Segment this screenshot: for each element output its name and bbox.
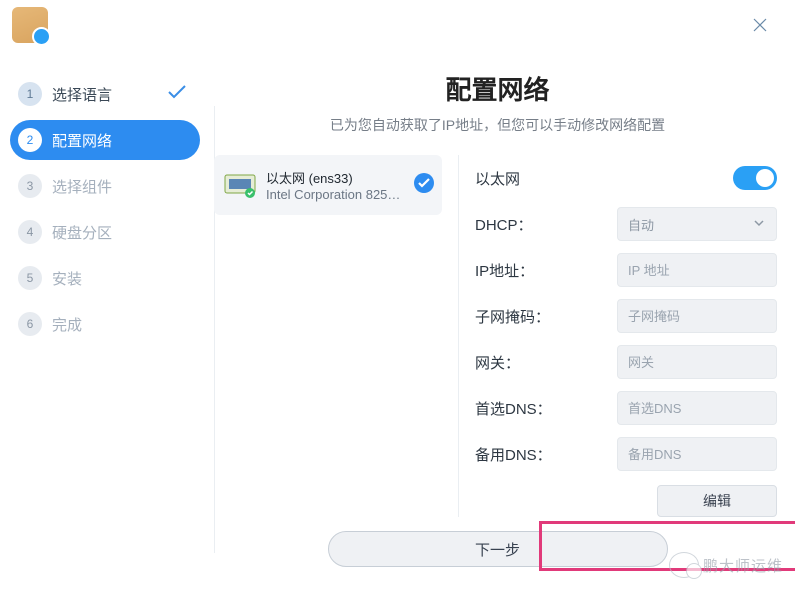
step-label: 配置网络: [52, 130, 112, 151]
page-title: 配置网络: [214, 70, 781, 107]
chevron-down-icon: [752, 216, 766, 233]
step-number: 1: [18, 82, 42, 106]
dhcp-value: 自动: [628, 215, 654, 234]
divider: [458, 155, 459, 517]
dns2-input[interactable]: [617, 437, 777, 471]
sidebar-step-language[interactable]: 1 选择语言: [10, 74, 200, 114]
step-number: 4: [18, 220, 42, 244]
dns1-label: 首选DNS：: [475, 398, 605, 419]
step-label: 完成: [52, 314, 82, 335]
step-label: 硬盘分区: [52, 222, 112, 243]
dhcp-label: DHCP：: [475, 214, 605, 235]
step-number: 5: [18, 266, 42, 290]
nic-card[interactable]: 以太网 (ens33) Intel Corporation 825…: [214, 155, 442, 215]
sidebar-step-disk[interactable]: 4 硬盘分区: [10, 212, 200, 252]
gateway-label: 网关：: [475, 352, 605, 373]
sidebar-step-install[interactable]: 5 安装: [10, 258, 200, 298]
ip-input[interactable]: [617, 253, 777, 287]
mask-label: 子网掩码：: [475, 306, 605, 327]
page-subtitle: 已为您自动获取了IP地址，但您可以手动修改网络配置: [214, 115, 781, 135]
edit-button[interactable]: 编辑: [657, 485, 777, 517]
ethernet-toggle[interactable]: [733, 166, 777, 190]
next-button[interactable]: 下一步: [328, 531, 668, 567]
app-icon: [12, 7, 48, 43]
selected-check-icon: [414, 173, 434, 193]
nic-description: Intel Corporation 825…: [266, 187, 432, 202]
step-label: 选择组件: [52, 176, 112, 197]
close-button[interactable]: [747, 12, 773, 38]
sidebar-step-components[interactable]: 3 选择组件: [10, 166, 200, 206]
nic-icon: [224, 171, 256, 199]
ip-label: IP地址：: [475, 260, 605, 281]
step-number: 6: [18, 312, 42, 336]
step-label: 安装: [52, 268, 82, 289]
step-number: 2: [18, 128, 42, 152]
sidebar-step-network[interactable]: 2 配置网络: [10, 120, 200, 160]
step-number: 3: [18, 174, 42, 198]
sidebar: 1 选择语言 2 配置网络 3 选择组件 4 硬盘分区 5 安装 6 完成: [0, 60, 200, 567]
sidebar-step-done[interactable]: 6 完成: [10, 304, 200, 344]
check-icon: [168, 85, 186, 104]
close-icon: [752, 17, 768, 33]
ethernet-label: 以太网: [475, 168, 605, 189]
dns1-input[interactable]: [617, 391, 777, 425]
step-label: 选择语言: [52, 84, 112, 105]
mask-input[interactable]: [617, 299, 777, 333]
dhcp-select[interactable]: 自动: [617, 207, 777, 241]
nic-name: 以太网 (ens33): [266, 168, 432, 187]
gateway-input[interactable]: [617, 345, 777, 379]
dns2-label: 备用DNS：: [475, 444, 605, 465]
